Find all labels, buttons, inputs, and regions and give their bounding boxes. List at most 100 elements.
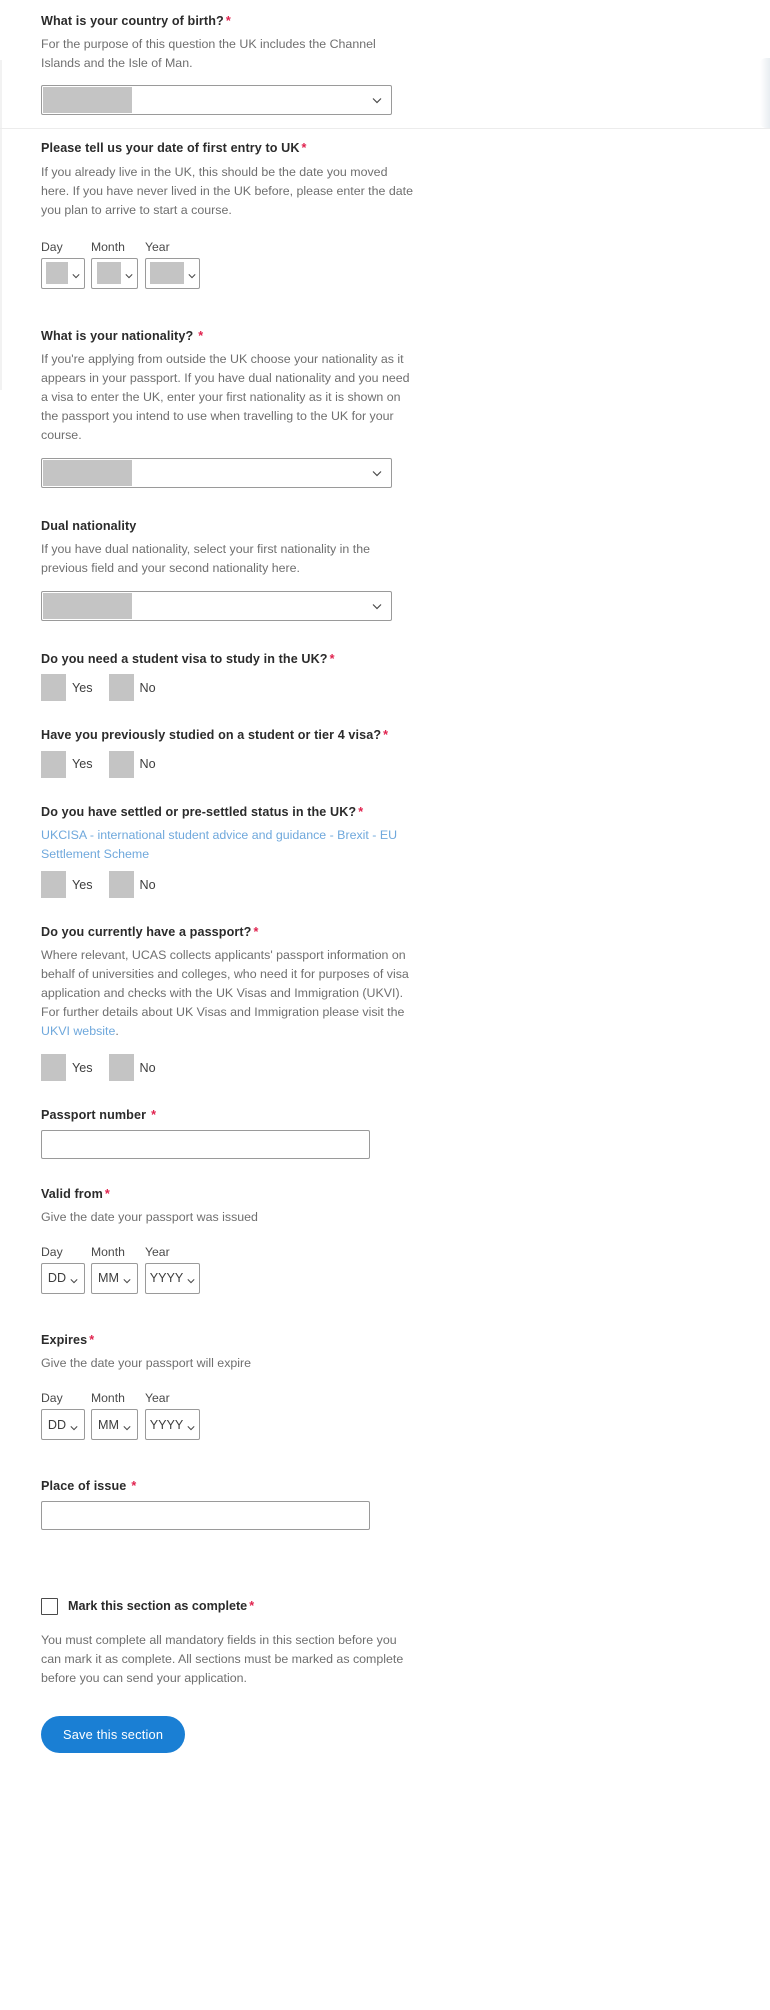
valid-from-month-col: Month MM	[91, 1245, 141, 1294]
first-entry-year-select[interactable]	[145, 257, 200, 289]
redacted-value	[43, 87, 132, 114]
have-passport-yes-radio[interactable]	[41, 1054, 66, 1082]
student-visa-radio-group: Yes No	[41, 674, 641, 702]
redacted-value	[96, 262, 121, 285]
ukvi-website-link[interactable]: UKVI website	[41, 1024, 115, 1038]
first-entry-hint: If you already live in the UK, this shou…	[41, 164, 413, 217]
redacted-value	[149, 262, 184, 285]
mark-complete-checkbox[interactable]	[41, 1597, 58, 1615]
valid-from-label: Valid from *	[41, 1186, 641, 1202]
expires-month-value: MM	[98, 1417, 119, 1432]
required-asterisk: *	[151, 1108, 157, 1123]
student-visa-label: Do you need a student visa to study in t…	[41, 651, 641, 667]
field-have-passport: Do you currently have a passport? * Where…	[41, 924, 641, 1082]
first-entry-month-col: Month	[91, 240, 141, 289]
previous-study-yes-radio[interactable]	[41, 750, 66, 778]
valid-from-year-select[interactable]: YYYY	[145, 1262, 200, 1294]
required-asterisk: *	[104, 1186, 110, 1201]
have-passport-hint: Where relevant, UCAS collects applicants…	[41, 946, 409, 1041]
application-form-page: What is your country of birth? * For the …	[0, 0, 770, 2010]
save-section-button[interactable]: Save this section	[41, 1715, 186, 1753]
nationality-select[interactable]	[41, 457, 392, 488]
have-passport-radio-group: Yes No	[41, 1054, 641, 1082]
student-visa-no-radio[interactable]	[108, 674, 134, 702]
previous-study-no-radio[interactable]	[108, 750, 134, 778]
left-edge-artifact	[0, 60, 2, 390]
day-header: Day	[41, 1244, 63, 1259]
required-asterisk: *	[225, 14, 231, 28]
chevron-down-icon	[70, 1274, 78, 1284]
chevron-down-icon	[187, 1421, 195, 1431]
required-asterisk: *	[383, 728, 389, 743]
expires-date-group: Day DD Month MM Year YYYY	[41, 1391, 641, 1441]
chevron-down-icon	[372, 468, 382, 477]
chevron-down-icon	[187, 1274, 195, 1284]
valid-from-year-col: Year YYYY	[145, 1245, 200, 1294]
dual-nationality-hint: If you have dual nationality, select you…	[41, 542, 370, 576]
place-of-issue-label-text: Place of issue	[41, 1479, 127, 1494]
have-passport-no-radio[interactable]	[108, 1054, 134, 1082]
section-divider	[0, 128, 770, 129]
student-visa-yes-radio[interactable]	[41, 674, 66, 702]
redacted-value	[46, 262, 68, 285]
field-passport-number: Passport number *	[41, 1107, 641, 1159]
nationality-hint: If you're applying from outside the UK c…	[41, 351, 410, 442]
field-nationality: What is your nationality? * If you're app…	[41, 328, 641, 488]
settled-status-yes-radio[interactable]	[41, 871, 66, 899]
valid-from-date-group: Day DD Month MM Year YYYY	[41, 1245, 641, 1294]
country-of-birth-select[interactable]	[41, 85, 392, 116]
chevron-down-icon	[72, 269, 80, 279]
chevron-down-icon	[372, 96, 382, 105]
first-entry-day-select[interactable]	[41, 257, 85, 289]
valid-from-day-select[interactable]: DD	[41, 1262, 85, 1294]
field-student-visa: Do you need a student visa to study in t…	[41, 651, 641, 702]
expires-year-select[interactable]: YYYY	[145, 1409, 200, 1441]
previous-study-radio-group: Yes No	[41, 750, 641, 778]
expires-month-col: Month MM	[91, 1391, 141, 1441]
first-entry-month-select[interactable]	[91, 257, 138, 289]
month-header: Month	[91, 1391, 125, 1406]
year-header: Year	[145, 239, 170, 254]
valid-from-month-value: MM	[98, 1271, 119, 1286]
expires-year-value: YYYY	[149, 1417, 184, 1432]
ukcisa-link[interactable]: UKCISA - international student advice an…	[41, 828, 397, 861]
chevron-down-icon	[70, 1421, 78, 1431]
chevron-down-icon	[124, 269, 133, 279]
settled-status-radio-group: Yes No	[41, 871, 641, 899]
first-entry-year-col: Year	[145, 240, 200, 289]
section-mark-complete: Mark this section as complete * You must …	[41, 1597, 641, 1753]
passport-number-input[interactable]	[41, 1129, 370, 1159]
student-visa-yes-label: Yes	[72, 680, 93, 695]
expires-day-select[interactable]: DD	[41, 1409, 85, 1441]
redacted-value	[43, 459, 132, 486]
day-header: Day	[41, 239, 63, 254]
field-previous-study: Have you previously studied on a student…	[41, 727, 641, 778]
year-header: Year	[145, 1391, 170, 1406]
valid-from-month-select[interactable]: MM	[91, 1262, 138, 1294]
first-entry-day-col: Day	[41, 240, 87, 289]
chevron-down-icon	[372, 602, 382, 611]
place-of-issue-input[interactable]	[41, 1500, 370, 1530]
first-entry-date-group: Day Month Year	[41, 240, 641, 289]
settled-status-label: Do you have settled or pre-settled statu…	[41, 804, 641, 820]
required-asterisk: *	[358, 804, 364, 819]
mark-complete-row[interactable]: Mark this section as complete *	[41, 1597, 641, 1615]
previous-study-label: Have you previously studied on a student…	[41, 727, 641, 743]
month-header: Month	[91, 239, 125, 254]
year-header: Year	[145, 1244, 170, 1259]
settled-status-no-radio[interactable]	[108, 871, 134, 899]
student-visa-label-text: Do you need a student visa to study in t…	[41, 652, 328, 667]
previous-study-label-text: Have you previously studied on a student…	[41, 728, 382, 743]
dual-nationality-label: Dual nationality	[41, 518, 137, 533]
valid-from-day-col: Day DD	[41, 1245, 87, 1294]
required-asterisk: *	[131, 1479, 137, 1494]
chevron-down-icon	[187, 269, 196, 279]
have-passport-hint-text: Where relevant, UCAS collects applicants…	[41, 948, 409, 1020]
required-asterisk: *	[89, 1332, 95, 1347]
settled-status-no-label: No	[139, 877, 156, 892]
country-of-birth-hint: For the purpose of this question the UK …	[41, 37, 376, 71]
expires-hint: Give the date your passport will expire	[41, 1356, 252, 1371]
field-country-of-birth: What is your country of birth? * For the …	[41, 0, 641, 116]
dual-nationality-select[interactable]	[41, 591, 392, 622]
expires-month-select[interactable]: MM	[91, 1409, 138, 1441]
